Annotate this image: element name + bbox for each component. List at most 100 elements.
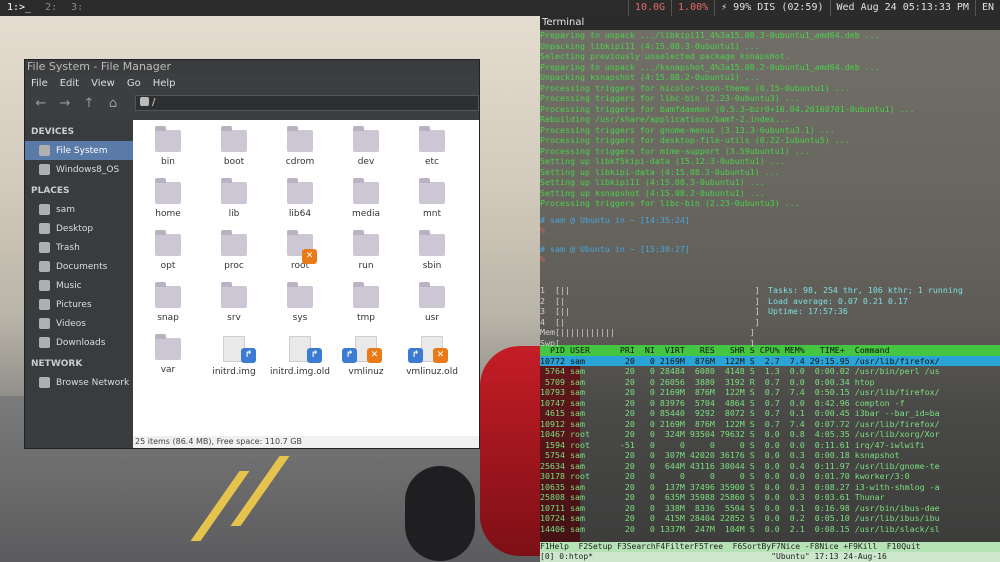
file-item-opt[interactable]: opt [137, 230, 199, 271]
file-manager-window[interactable]: File System - File Manager File Edit View G… [24, 59, 480, 449]
file-item-dev[interactable]: dev [335, 126, 397, 167]
htop-meter: Swp[ ] [540, 337, 755, 348]
htop-meter: 1 [|| ] [540, 285, 760, 295]
terminal-line: Preparing to unpack .../ksnapshot_4%3a15… [540, 61, 880, 72]
sidebar-item-label: File System [56, 145, 108, 156]
file-item-sbin[interactable]: sbin [401, 230, 463, 271]
file-item-label: media [351, 209, 381, 219]
process-row[interactable]: 10635 sam 20 0 137M 37496 35900 S 0.0 0.… [540, 482, 1000, 493]
sidebar-item-desktop[interactable]: Desktop [25, 219, 133, 238]
process-row[interactable]: 5754 sam 20 0 307M 42020 36176 S 0.0 0.3… [540, 450, 1000, 461]
process-row[interactable]: 4615 sam 20 0 85440 9292 8072 S 0.7 0.1 … [540, 408, 1000, 419]
file-item-lib64[interactable]: lib64 [269, 178, 331, 219]
folder-icon [419, 282, 445, 308]
process-row[interactable]: 1594 root -51 0 0 0 0 S 0.0 0.0 0:11.61 … [540, 440, 1000, 451]
menu-go[interactable]: Go [121, 78, 147, 89]
process-row[interactable]: 25634 sam 20 0 644M 43116 30044 S 0.0 0.… [540, 461, 1000, 472]
sidebar-item-icon [39, 280, 50, 291]
workspace-2[interactable]: 2: [38, 0, 64, 16]
file-item-home[interactable]: home [137, 178, 199, 219]
htop-meter: 3 [|| ] [540, 306, 760, 316]
process-row[interactable]: 30178 root 20 0 0 0 0 S 0.0 0.0 0:01.70 … [540, 471, 1000, 482]
sidebar-item-browse-network[interactable]: Browse Network [25, 373, 133, 392]
file-item-var[interactable]: var [137, 334, 199, 375]
home-icon[interactable]: ⌂ [103, 93, 123, 113]
process-row[interactable]: 14406 sam 20 0 1337M 247M 104M S 0.0 2.1… [540, 524, 1000, 535]
terminal-prompt: # sam @ Ubuntu in ~ [15:30:27] [540, 243, 690, 254]
terminal-line: Rebuilding /usr/share/applications/bamf-… [540, 114, 790, 124]
file-item-label: srv [227, 313, 241, 323]
terminal-line: Preparing to unpack .../libkipi11_4%3a15… [540, 30, 880, 40]
sidebar-item-documents[interactable]: Documents [25, 257, 133, 276]
menu-view[interactable]: View [85, 78, 121, 89]
file-item-initrd-img[interactable]: ↱ initrd.img [203, 336, 265, 377]
menu-file[interactable]: File [25, 78, 54, 89]
back-icon[interactable]: ← [31, 93, 51, 113]
menu-edit[interactable]: Edit [54, 78, 85, 89]
process-row[interactable]: 10793 sam 20 0 2169M 876M 122M S 0.7 7.4… [540, 387, 1000, 398]
terminal-prompt: % [540, 225, 545, 235]
process-row[interactable]: 10711 sam 20 0 338M 8336 5504 S 0.0 0.1 … [540, 503, 1000, 514]
file-item-root[interactable]: ✕ root [269, 230, 331, 271]
up-icon[interactable]: ↑ [79, 93, 99, 113]
terminal-window[interactable]: Terminal Preparing to unpack .../libkipi… [540, 16, 1000, 562]
workspace-1[interactable]: 1:>_ [0, 0, 38, 16]
file-item-label: bin [161, 157, 175, 167]
process-row[interactable]: 5764 sam 20 0 28484 6080 4148 S 1.3 0.0 … [540, 366, 1000, 377]
process-row[interactable]: 10724 sam 20 0 415M 28404 22852 S 0.0 0.… [540, 513, 1000, 524]
file-item-usr[interactable]: usr [401, 282, 463, 323]
folder-icon [353, 282, 379, 308]
folder-icon [155, 334, 181, 360]
location-bar[interactable]: / [135, 95, 479, 111]
file-item-tmp[interactable]: tmp [335, 282, 397, 323]
menu-help[interactable]: Help [147, 78, 182, 89]
file-item-bin[interactable]: bin [137, 126, 199, 167]
file-item-vmlinuz[interactable]: ↱ ✕ vmlinuz [335, 336, 397, 377]
memory-indicator: 10.0G [627, 0, 671, 16]
sidebar-item-music[interactable]: Music [25, 276, 133, 295]
process-list: 10772 sam 20 0 2169M 876M 122M S 2.7 7.4… [540, 355, 1000, 535]
file-item-run[interactable]: run [335, 230, 397, 271]
process-row[interactable]: 10772 sam 20 0 2169M 876M 122M S 2.7 7.4… [540, 355, 1000, 366]
sidebar-item-downloads[interactable]: Downloads [25, 333, 133, 352]
htop-info-line: Uptime: 17:57:36 [768, 306, 848, 316]
sidebar-item-videos[interactable]: Videos [25, 314, 133, 333]
htop-function-keys[interactable]: F1Help F2Setup F3SearchF4FilterF5Tree F6… [540, 542, 1000, 552]
file-item-lib[interactable]: lib [203, 178, 265, 219]
file-item-mnt[interactable]: mnt [401, 178, 463, 219]
file-item-boot[interactable]: boot [203, 126, 265, 167]
file-item-cdrom[interactable]: cdrom [269, 126, 331, 167]
file-item-vmlinuz-old[interactable]: ↱ ✕ vmlinuz.old [401, 336, 463, 377]
process-row[interactable]: 10747 sam 20 0 83976 5704 4864 S 0.7 0.0… [540, 398, 1000, 409]
sidebar-item-icon [39, 318, 50, 329]
sidebar-item-windows8-os[interactable]: Windows8_OS [25, 160, 133, 179]
process-row[interactable]: 25808 sam 20 0 635M 35988 25860 S 0.0 0.… [540, 492, 1000, 503]
file-item-etc[interactable]: etc [401, 126, 463, 167]
process-row[interactable]: 10912 sam 20 0 2169M 876M 122M S 0.7 7.4… [540, 419, 1000, 430]
process-row[interactable]: 5709 sam 20 0 26056 3880 3192 R 0.7 0.0 … [540, 377, 1000, 388]
cpu-indicator: 1.00% [671, 0, 714, 16]
sidebar-item-trash[interactable]: Trash [25, 238, 133, 257]
workspace-3[interactable]: 3: [64, 0, 90, 16]
file-item-media[interactable]: media [335, 178, 397, 219]
toolbar: ← → ↑ ⌂ / [25, 92, 479, 114]
sidebar-item-label: Trash [56, 242, 80, 253]
menu-bar: File Edit View Go Help [25, 74, 479, 92]
folder-icon [353, 126, 379, 152]
htop-meters: 1 [|| ] 2 [| ] 3 [|| ] 4 [| ] Mem[||||||||||… [540, 285, 1000, 348]
forward-icon[interactable]: → [55, 93, 75, 113]
file-item-label: run [358, 261, 374, 271]
sidebar-item-sam[interactable]: sam [25, 200, 133, 219]
folder-icon [287, 126, 313, 152]
file-item-srv[interactable]: srv [203, 282, 265, 323]
terminal-title: Terminal [540, 16, 1000, 30]
file-item-initrd-img-old[interactable]: ↱ initrd.img.old [269, 336, 331, 377]
folder-icon [155, 282, 181, 308]
file-item-proc[interactable]: proc [203, 230, 265, 271]
file-item-snap[interactable]: snap [137, 282, 199, 323]
terminal-line: Unpacking ksnapshot (4:15.08.2-0ubuntu1)… [540, 72, 760, 82]
process-row[interactable]: 10467 root 20 0 324M 93504 79632 S 0.0 0… [540, 429, 1000, 440]
sidebar-item-file-system[interactable]: File System [25, 141, 133, 160]
sidebar-item-pictures[interactable]: Pictures [25, 295, 133, 314]
file-item-sys[interactable]: sys [269, 282, 331, 323]
